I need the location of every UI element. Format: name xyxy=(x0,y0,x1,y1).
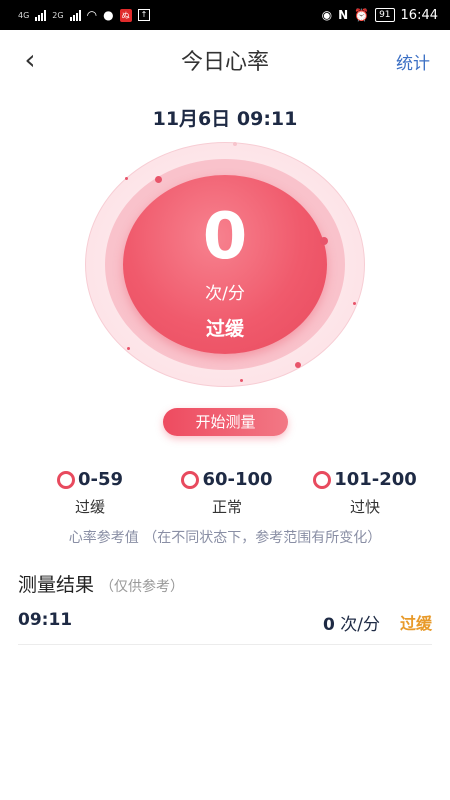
result-unit: 次/分 xyxy=(340,615,380,635)
heart-rate-value: 0 xyxy=(202,200,248,274)
range-label: 过快 xyxy=(349,498,380,516)
reference-ranges: 0-59 过缓 60-100 正常 101-200 过快 xyxy=(0,469,450,529)
page-title: 今日心率 xyxy=(180,50,269,75)
nfc-icon: N xyxy=(338,8,349,22)
network-type-1: 4G xyxy=(18,10,30,20)
range-label: 过缓 xyxy=(74,498,105,516)
status-bar-right: ◉ N ⏰ 91 16:44 xyxy=(322,8,438,23)
upload-icon: ↑ xyxy=(137,9,151,21)
signal-icon xyxy=(35,9,47,21)
results-header: 测量结果 （仅供参考） xyxy=(18,570,184,597)
nav-bar: ‹ 今日心率 统计 xyxy=(0,30,450,90)
app-notification-icon: ぬ xyxy=(119,8,132,22)
decor-dot xyxy=(127,347,130,350)
heart-rate-unit: 次/分 xyxy=(205,284,245,304)
range-normal-value-row: 60-100 xyxy=(162,469,292,490)
results-subtitle: （仅供参考） xyxy=(100,579,185,595)
range-fast-value-row: 101-200 xyxy=(300,469,430,490)
start-measurement-button[interactable]: 开始测量 xyxy=(163,408,288,436)
results-title: 测量结果 xyxy=(18,574,95,596)
status-bar: 4G 2G ◠ ● ぬ ↑ ◉ N ⏰ 91 16:44 xyxy=(0,0,450,30)
decor-dot xyxy=(125,177,128,180)
battery-icon: 91 xyxy=(375,8,395,22)
clock: 16:44 xyxy=(400,7,438,23)
circle-icon xyxy=(181,470,200,489)
range-label: 正常 xyxy=(211,498,242,516)
wifi-icon: ◠ xyxy=(86,8,98,22)
circle-icon xyxy=(313,470,332,489)
eye-icon: ◉ xyxy=(321,8,333,22)
result-bpm: 0 次/分 xyxy=(323,610,380,635)
message-icon: ● xyxy=(103,8,114,22)
decor-dot xyxy=(240,379,243,382)
range-slow: 0-59 过缓 xyxy=(25,469,155,517)
result-value: 0 xyxy=(323,615,335,635)
range-normal: 60-100 正常 xyxy=(162,469,292,517)
decor-dot xyxy=(155,176,162,183)
range-slow-value-row: 0-59 xyxy=(25,469,155,490)
range-value: 101-200 xyxy=(334,469,417,490)
range-value: 0-59 xyxy=(77,469,124,490)
alarm-icon: ⏰ xyxy=(354,8,370,22)
result-status: 过缓 xyxy=(399,614,432,633)
measurement-datetime: 11月6日 09:11 xyxy=(152,108,298,130)
network-type-2: 2G xyxy=(52,10,64,20)
signal-icon-2 xyxy=(69,9,81,21)
status-bar-left: 4G 2G ◠ ● ぬ ↑ xyxy=(18,8,151,22)
heart-rate-gauge: 0 次/分 过缓 xyxy=(85,142,365,387)
result-row[interactable]: 09:11 0 次/分 过缓 xyxy=(18,608,432,645)
decor-dot xyxy=(233,142,237,146)
decor-dot xyxy=(295,362,301,368)
range-fast: 101-200 过快 xyxy=(300,469,430,517)
reference-note: 心率参考值 （在不同状态下，参考范围有所变化） xyxy=(68,530,382,546)
heart-rate-status: 过缓 xyxy=(205,318,244,340)
stats-link[interactable]: 统计 xyxy=(396,49,430,74)
result-time: 09:11 xyxy=(18,610,73,630)
range-value: 60-100 xyxy=(202,469,273,490)
circle-icon xyxy=(56,470,75,489)
